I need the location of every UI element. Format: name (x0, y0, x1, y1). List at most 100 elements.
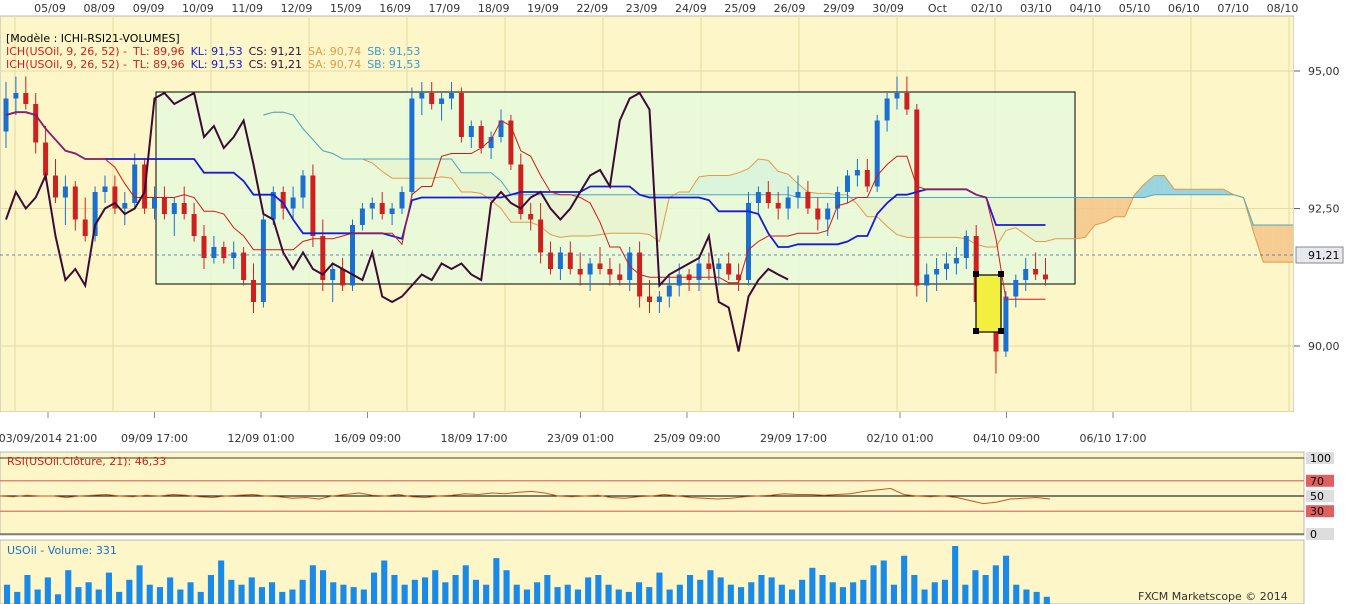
candle-body[interactable] (260, 219, 266, 303)
volume-bar[interactable] (738, 587, 745, 604)
selection-handle-bl[interactable] (973, 328, 979, 334)
candle-body[interactable] (300, 175, 306, 198)
volume-bar[interactable] (615, 589, 622, 604)
selection-handle-tr[interactable] (998, 271, 1004, 277)
candle-body[interactable] (755, 192, 761, 203)
volume-bar[interactable] (55, 594, 62, 604)
candle-body[interactable] (369, 203, 375, 209)
volume-bar[interactable] (24, 575, 31, 604)
volume-bar[interactable] (136, 565, 143, 604)
volume-bar[interactable] (585, 577, 592, 604)
volume-bar[interactable] (452, 575, 459, 604)
candle-body[interactable] (894, 93, 900, 99)
candle-body[interactable] (676, 274, 682, 286)
candle-body[interactable] (1033, 269, 1039, 275)
candle-body[interactable] (409, 98, 415, 193)
candle-body[interactable] (102, 186, 108, 193)
candle-body[interactable] (33, 104, 39, 143)
candle-body[interactable] (122, 203, 128, 209)
candle-body[interactable] (617, 274, 623, 281)
volume-bar[interactable] (14, 591, 21, 604)
volume-bar[interactable] (371, 572, 378, 604)
volume-bar[interactable] (839, 587, 846, 604)
volume-bar[interactable] (1033, 591, 1040, 604)
candle-body[interactable] (706, 263, 712, 270)
volume-bar[interactable] (299, 579, 306, 604)
volume-bar[interactable] (819, 575, 826, 604)
volume-bar[interactable] (921, 589, 928, 604)
candle-body[interactable] (528, 214, 534, 220)
volume-bar[interactable] (666, 589, 673, 604)
volume-bar[interactable] (44, 577, 51, 604)
candle-body[interactable] (340, 269, 346, 286)
volume-bar[interactable] (483, 584, 490, 604)
candle-body[interactable] (854, 170, 860, 176)
selection-handle-br[interactable] (998, 328, 1004, 334)
candle-body[interactable] (924, 274, 930, 286)
volume-bar[interactable] (228, 579, 235, 604)
candle-body[interactable] (82, 219, 88, 237)
volume-bar[interactable] (381, 560, 388, 604)
volume-bar[interactable] (962, 584, 969, 604)
volume-bar[interactable] (697, 579, 704, 604)
volume-bar[interactable] (717, 577, 724, 604)
volume-bar[interactable] (95, 589, 102, 604)
candle-body[interactable] (825, 208, 831, 220)
volume-bar[interactable] (177, 589, 184, 604)
volume-bar[interactable] (401, 584, 408, 604)
volume-bar[interactable] (493, 558, 500, 604)
volume-bar[interactable] (656, 572, 663, 604)
candle-body[interactable] (379, 203, 385, 214)
candle-body[interactable] (746, 203, 751, 280)
volume-bar[interactable] (870, 565, 877, 604)
volume-bar[interactable] (931, 582, 938, 604)
candle-body[interactable] (656, 296, 662, 303)
volume-bar[interactable] (901, 555, 908, 604)
volume-bar[interactable] (707, 570, 714, 604)
candle-body[interactable] (330, 269, 336, 280)
volume-bar[interactable] (758, 575, 765, 604)
candle-body[interactable] (359, 208, 365, 226)
selection-handle-tl[interactable] (973, 271, 979, 277)
volume-bar[interactable] (197, 591, 204, 604)
candle-body[interactable] (251, 280, 256, 302)
volume-bar[interactable] (850, 582, 857, 604)
volume-bar[interactable] (636, 582, 643, 604)
volume-bar[interactable] (289, 589, 296, 604)
volume-bar[interactable] (605, 584, 612, 604)
candle-body[interactable] (805, 192, 811, 209)
candle-body[interactable] (815, 208, 821, 220)
volume-bar[interactable] (422, 577, 429, 604)
candle-body[interactable] (666, 285, 672, 297)
volume-bar[interactable] (350, 587, 357, 604)
candle-body[interactable] (43, 142, 49, 176)
candle-body[interactable] (795, 192, 801, 198)
volume-bar[interactable] (911, 575, 918, 604)
volume-bar[interactable] (646, 587, 653, 604)
candle-body[interactable] (62, 186, 68, 198)
volume-bar[interactable] (207, 575, 214, 604)
volume-bar[interactable] (727, 584, 734, 604)
candle-body[interactable] (934, 269, 940, 275)
volume-bar[interactable] (799, 579, 806, 604)
candle-body[interactable] (1043, 274, 1048, 280)
volume-bar[interactable] (789, 589, 796, 604)
volume-bar[interactable] (748, 582, 755, 604)
candle-body[interactable] (953, 258, 959, 264)
volume-bar[interactable] (1043, 596, 1050, 604)
candle-body[interactable] (389, 208, 395, 215)
candle-body[interactable] (577, 269, 583, 275)
volume-bar[interactable] (890, 584, 897, 604)
candle-body[interactable] (191, 214, 197, 236)
volume-bar[interactable] (116, 591, 123, 604)
volume-bar[interactable] (676, 584, 683, 604)
volume-bar[interactable] (146, 584, 153, 604)
volume-bar[interactable] (809, 567, 816, 604)
volume-bar[interactable] (462, 565, 469, 604)
candle-body[interactable] (607, 269, 613, 275)
volume-bar[interactable] (625, 591, 632, 604)
candle-body[interactable] (449, 93, 454, 99)
candle-body[interactable] (775, 203, 781, 209)
volume-bar[interactable] (340, 584, 347, 604)
candle-body[interactable] (161, 197, 167, 215)
